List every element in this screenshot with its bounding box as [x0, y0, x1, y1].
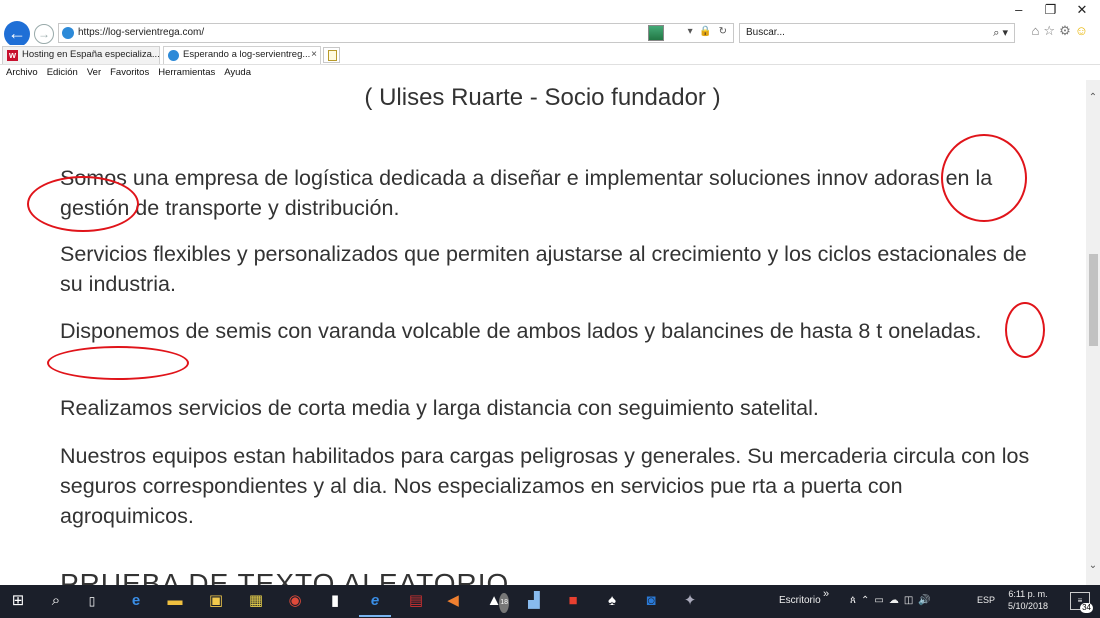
store-icon[interactable]: ▣ — [206, 591, 226, 611]
battery-icon[interactable]: ▭ — [874, 595, 888, 606]
menu-bar: Archivo Edición Ver Favoritos Herramientas Ay… — [0, 66, 1100, 80]
webempresa-icon: w — [7, 50, 18, 61]
restore-button[interactable]: ❐ — [1036, 2, 1064, 18]
page-viewport: ( Ulises Ruarte - Socio fundador ) Somos… — [0, 80, 1085, 585]
menu-ayuda[interactable]: Ayuda — [224, 66, 251, 80]
forward-arrow-icon: → — [38, 27, 50, 41]
clock[interactable]: 6:11 p. m. 5/10/2018 — [1002, 588, 1054, 612]
tool-app-icon[interactable]: ✦ — [680, 591, 700, 611]
menu-edicion[interactable]: Edición — [47, 66, 78, 80]
address-tools[interactable]: ▾ 🔒 ↻ — [688, 26, 729, 37]
favorites-star-icon[interactable]: ☆ — [1043, 23, 1059, 38]
search-icon[interactable]: ⌕ ▾ — [993, 26, 1008, 40]
toolbar-chevron-icon[interactable]: » — [823, 588, 829, 600]
taskbar: ⊞ ⌕ ▯ e ▬ ▣ ▦ ◉ ▮ e ▤ ◀ ▲ 18 ▟ ■ ♠ ◙ ✦ Es… — [0, 585, 1100, 618]
clock-time: 6:11 p. m. — [1008, 589, 1048, 599]
home-icon[interactable]: ⌂ — [1032, 23, 1044, 38]
url-text[interactable]: https://log-servientrega.com/ — [78, 27, 204, 38]
clock-date: 5/10/2018 — [1007, 601, 1049, 611]
menu-ver[interactable]: Ver — [87, 66, 101, 80]
network-icon[interactable]: ◫ — [904, 595, 918, 606]
action-center-icon[interactable]: ≡ 34 — [1070, 592, 1093, 613]
tab-title: Esperando a log-servientreg... — [183, 49, 311, 60]
search-taskbar-icon[interactable]: ⌕ — [46, 591, 66, 611]
internet-explorer-icon[interactable]: e — [359, 591, 391, 617]
chrome-icon[interactable]: ◉ — [285, 591, 305, 611]
tab-hosting[interactable]: w Hosting en España especializa... — [2, 46, 160, 64]
tab-title: Hosting en España especializa... — [22, 49, 160, 60]
windows-start-icon[interactable]: ⊞ — [8, 591, 28, 611]
onedrive-icon[interactable]: ☁ — [889, 595, 904, 606]
powerpoint-icon[interactable]: ▤ — [406, 591, 426, 611]
paragraph-intro: Somos una empresa de logística dedicada … — [60, 166, 993, 220]
menu-archivo[interactable]: Archivo — [6, 66, 38, 80]
new-tab-button[interactable] — [323, 47, 340, 63]
tab-bar: w Hosting en España especializa... Esper… — [0, 45, 1100, 65]
smiley-feedback-icon[interactable]: ☺ — [1075, 23, 1092, 38]
vertical-scrollbar[interactable]: ⌃ ⌄ — [1086, 80, 1100, 585]
annotation-circle-t — [1005, 302, 1045, 358]
forward-button[interactable]: → — [34, 24, 54, 44]
outlook-icon[interactable]: ◙ — [641, 591, 661, 611]
language-indicator[interactable]: ESP — [977, 595, 995, 605]
show-hidden-icon[interactable]: ⌃ — [861, 595, 874, 606]
minimize-button[interactable]: – — [1005, 2, 1033, 17]
founder-quote: ( Ulises Ruarte - Socio fundador ) — [364, 84, 721, 111]
file-explorer-icon[interactable]: ▬ — [165, 591, 185, 611]
address-row: – ❐ ✕ ← → https://log-servientrega.com/ … — [0, 0, 1100, 47]
paragraph-equipment: Disponemos de semis con varanda volcable… — [60, 319, 982, 343]
graduation-app-icon[interactable]: ▲ 18 — [484, 591, 509, 613]
window-controls: – ❐ ✕ — [1005, 2, 1096, 18]
paragraph-services: Servicios flexibles y personalizados que… — [60, 242, 1027, 296]
dropdown-icon[interactable]: ▾ — [688, 26, 695, 37]
scroll-thumb[interactable] — [1089, 254, 1098, 346]
scroll-down-icon[interactable]: ⌄ — [1086, 560, 1100, 571]
search-box[interactable]: Buscar... ⌕ ▾ — [739, 23, 1015, 43]
cards-game-icon[interactable]: ♠ — [602, 591, 622, 611]
paragraph-cargo: Nuestros equipos estan habilitados para … — [60, 444, 1030, 528]
paragraph-distance: Realizamos servicios de corta media y la… — [60, 396, 819, 420]
browser-toolbar-icons: ⌂☆⚙☺ — [1032, 23, 1092, 39]
menu-herramientas[interactable]: Herramientas — [158, 66, 215, 80]
volume-app-icon[interactable]: ◀ — [443, 591, 463, 611]
desktop-toolbar-label[interactable]: Escritorio — [779, 595, 821, 606]
browser-window: – ❐ ✕ ← → https://log-servientrega.com/ … — [0, 0, 1100, 618]
compatibility-view-icon[interactable] — [648, 25, 664, 41]
office-tiles-icon[interactable]: ■ — [563, 591, 583, 611]
address-bar[interactable]: https://log-servientrega.com/ ▾ 🔒 ↻ — [58, 23, 734, 43]
ie-tab-icon — [168, 50, 179, 61]
refresh-icon[interactable]: ↻ — [719, 26, 729, 37]
scroll-up-icon[interactable]: ⌃ — [1086, 92, 1100, 103]
section-heading-partial: PRUEBA DE TEXTO ALEATORIO — [60, 568, 510, 585]
back-button[interactable]: ← — [4, 21, 30, 47]
edge-icon[interactable]: e — [126, 591, 146, 611]
ie-site-icon — [62, 27, 74, 39]
system-tray: ጰ⌃▭☁◫🔊 — [850, 595, 936, 606]
task-view-icon[interactable]: ▯ — [82, 591, 102, 611]
lock-icon[interactable]: 🔒 — [699, 26, 713, 37]
close-tab-icon[interactable]: × — [311, 47, 317, 63]
speaker-icon[interactable]: 🔊 — [918, 595, 935, 606]
back-arrow-icon: ← — [8, 23, 26, 43]
tab-log-servientrega[interactable]: Esperando a log-servientreg... × — [163, 46, 321, 64]
people-icon[interactable]: ጰ — [850, 595, 861, 606]
annotation-circle-oneladas — [47, 346, 189, 380]
app-grid-icon[interactable]: ▦ — [246, 591, 266, 611]
notepad-icon[interactable]: ▮ — [325, 591, 345, 611]
notification-count: 34 — [1080, 603, 1093, 613]
annotation-circle-innov — [941, 134, 1027, 222]
annotation-circle-adoras — [27, 176, 139, 232]
close-button[interactable]: ✕ — [1068, 2, 1096, 18]
paint-icon[interactable]: ▟ — [524, 591, 544, 611]
gear-icon[interactable]: ⚙ — [1059, 23, 1075, 38]
search-input[interactable]: Buscar... — [746, 27, 785, 38]
menu-favoritos[interactable]: Favoritos — [110, 66, 149, 80]
app-badge: 18 — [499, 593, 509, 613]
